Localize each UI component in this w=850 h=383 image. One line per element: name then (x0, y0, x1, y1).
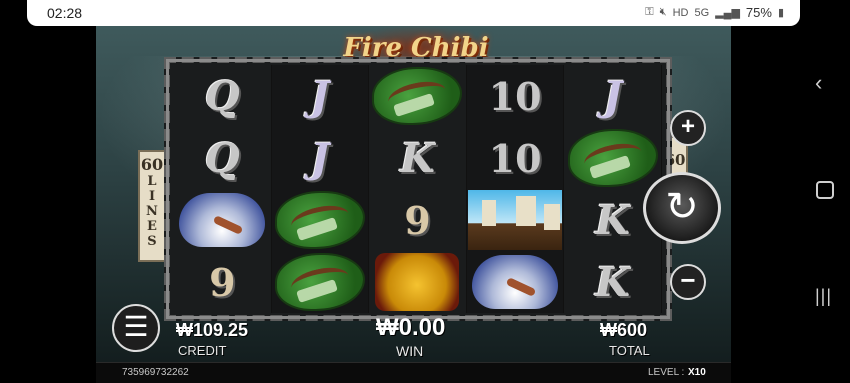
ship-symbol (468, 190, 563, 250)
card-symbol-q: Q (204, 134, 240, 182)
fan-symbol (179, 193, 266, 247)
session-id: 735969732262 (122, 367, 189, 378)
spin-button[interactable]: ↻ (643, 172, 721, 244)
credit-label: CREDIT (178, 343, 227, 358)
reel-cell (271, 189, 370, 251)
reel-cell (174, 189, 272, 251)
reel-cell (369, 251, 467, 313)
back-icon[interactable]: ‹ (815, 70, 822, 96)
bet-increase-button[interactable]: + (670, 110, 706, 146)
reel-cell: Q (174, 127, 272, 189)
reel-cell (466, 189, 565, 251)
status-time: 02:28 (47, 5, 83, 21)
reel-cell (369, 65, 467, 127)
credit-value: ₩109.25 (176, 320, 249, 340)
home-icon[interactable] (816, 181, 834, 199)
spin-icon: ↻ (665, 185, 699, 229)
level-value: X10 (688, 367, 706, 378)
reel-cell: K (369, 127, 467, 189)
total-bet-label: TOTAL (609, 343, 650, 358)
card-symbol-9: 9 (209, 259, 236, 305)
status-bar: 02:28 ⚿ 🔇︎ HD 5G ▂▄▆ 75% ▮ (27, 0, 800, 26)
reel-cell: 9 (174, 251, 272, 313)
paylines-number: 60 (140, 155, 164, 174)
signal-icon: ▂▄▆ (715, 7, 740, 19)
card-symbol-q: Q (204, 72, 240, 120)
fan-symbol (472, 255, 559, 309)
win-value: ₩0.00 (376, 314, 446, 341)
bet-decrease-button[interactable]: − (670, 264, 706, 300)
reel-cell: 9 (369, 189, 467, 251)
reel-cell: J (564, 65, 662, 127)
win-label: WIN (396, 343, 424, 359)
reel-cell: K (564, 251, 662, 313)
reel-cell: J (271, 127, 370, 189)
battery-icon: ▮ (777, 7, 784, 19)
reel-cell (466, 251, 565, 313)
recents-icon[interactable]: ||| (815, 286, 832, 307)
reel-cell: 10 (466, 127, 565, 189)
hd-voice-icon: HD (672, 6, 689, 19)
card-symbol-10: 10 (488, 135, 542, 181)
menu-icon: ☰ (123, 311, 149, 342)
reel-cell: J (271, 65, 370, 127)
card-symbol-k: K (595, 258, 631, 306)
level-label: LEVEL : (648, 367, 685, 378)
card-symbol-10: 10 (488, 73, 542, 119)
card-symbol-k: K (400, 134, 435, 182)
card-symbol-j: J (310, 134, 330, 182)
bow-symbol (276, 255, 363, 309)
reel-grid: Q J 10 J Q J K 10 9 K 9 K (174, 65, 662, 313)
reel-cell (564, 127, 662, 189)
paylines-word: LINES (146, 174, 158, 249)
reel-cell: 10 (466, 65, 565, 127)
lion-symbol (375, 253, 460, 311)
card-symbol-k: K (595, 196, 631, 244)
battery-percent: 75% (745, 5, 772, 20)
paylines-tag-left: 60 LINES (138, 150, 166, 262)
key-icon: ⚿ (645, 6, 654, 18)
reel-frame: Q J 10 J Q J K 10 9 K 9 K (164, 57, 672, 321)
bow-symbol (276, 193, 363, 247)
5g-icon: 5G (694, 6, 710, 19)
game-footer: 735969732262 LEVEL : X10 (96, 362, 731, 383)
reel-cell: Q (174, 65, 272, 127)
bow-symbol (374, 69, 461, 123)
bow-symbol (569, 131, 656, 185)
mute-icon: 🔇︎ (659, 6, 667, 18)
menu-button[interactable]: ☰ (112, 304, 160, 352)
card-symbol-j: J (603, 72, 623, 120)
slot-game: Fire Chibi 60 LINES 60 Q J 10 J Q J K 10 9 K 9 K + … (96, 26, 731, 383)
card-symbol-j: J (310, 72, 330, 120)
card-symbol-9: 9 (404, 197, 431, 243)
status-icons: ⚿ 🔇︎ HD 5G ▂▄▆ 75% ▮ (645, 5, 784, 20)
reel-cell (271, 251, 370, 313)
total-bet-value: ₩600 (600, 320, 648, 340)
